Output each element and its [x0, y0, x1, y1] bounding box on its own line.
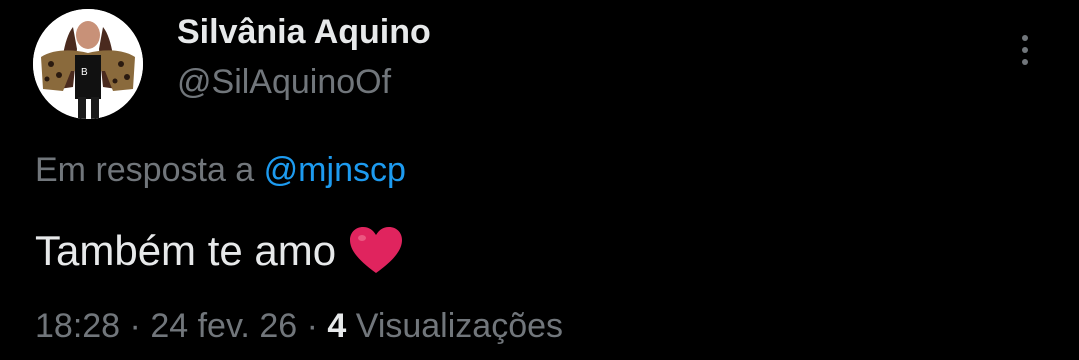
avatar[interactable]: B [33, 9, 143, 119]
tweet-text: Também te amo [35, 226, 404, 276]
reply-prefix: Em resposta a [35, 151, 255, 189]
views-count[interactable]: 4 [327, 307, 346, 345]
tweet-date[interactable]: 24 fev. 26 [150, 307, 297, 345]
author-display-name[interactable]: Silvânia Aquino [177, 13, 431, 52]
tweet-time[interactable]: 18:28 [35, 307, 120, 345]
author-handle[interactable]: @SilAquinoOf [177, 63, 391, 102]
meta-separator: · [306, 307, 318, 345]
reply-context: Em resposta a @mjnscp [35, 151, 406, 190]
views-label[interactable]: Visualizações [356, 307, 563, 345]
reply-mention-link[interactable]: @mjnscp [264, 151, 406, 189]
tweet-meta: 18:28 · 24 fev. 26 · 4 Visualizações [35, 307, 563, 346]
svg-text:B: B [81, 67, 88, 78]
meta-separator: · [129, 307, 141, 345]
red-heart-icon [348, 226, 404, 276]
more-options-icon [1022, 35, 1028, 41]
more-options-icon-dot [1022, 59, 1028, 65]
more-options-button[interactable] [1008, 30, 1042, 70]
tweet: B Silvânia Aquino @SilAquinoOf Em respos… [0, 0, 1079, 360]
more-options-icon-dot [1022, 47, 1028, 53]
tweet-body: Também te amo [35, 227, 337, 274]
avatar-image: B [33, 9, 143, 119]
